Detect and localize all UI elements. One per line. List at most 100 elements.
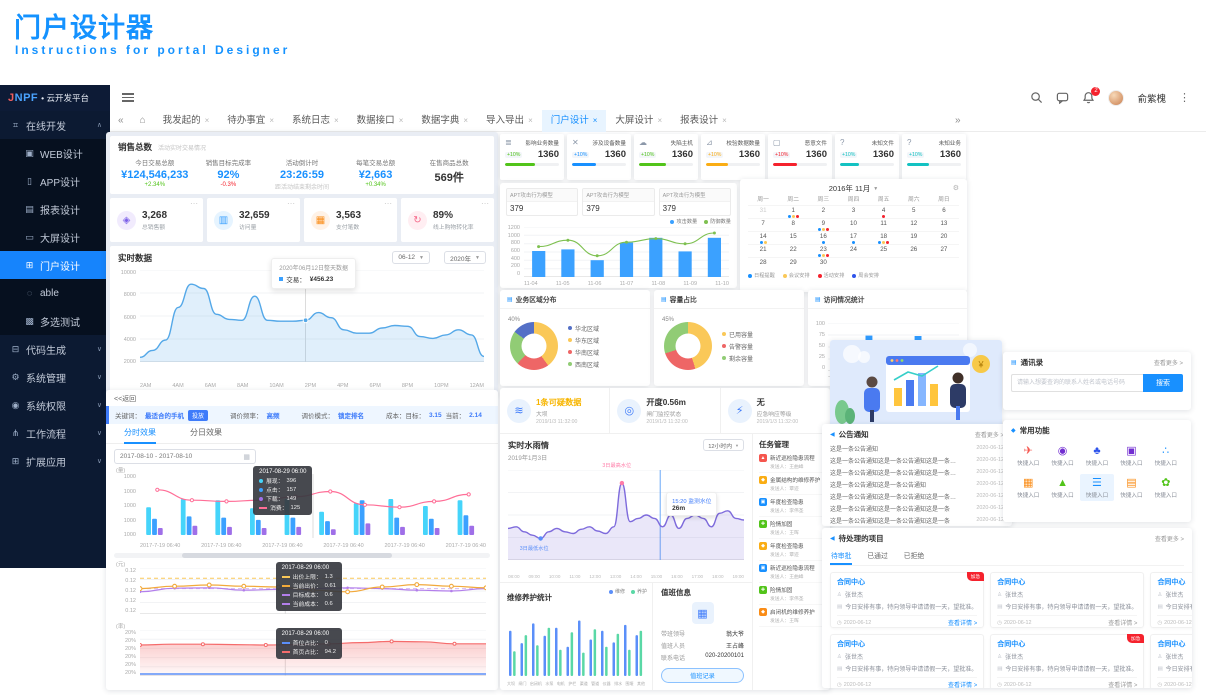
effect-tab[interactable]: 分时效果 (124, 424, 156, 444)
tab-close-icon[interactable]: × (657, 110, 662, 132)
calendar-day[interactable]: 30 (808, 257, 839, 270)
calendar-day[interactable]: 22 (778, 244, 809, 257)
detail-link[interactable]: 查看详情 > (948, 680, 977, 688)
duty-log-button[interactable]: 值班记录 (661, 668, 744, 683)
more-link[interactable]: 查看更多 > (1154, 358, 1183, 367)
notice-item[interactable]: 这是一条公告通知这是一条公告通知这是一条公告通...2020-06-12 (830, 454, 1004, 466)
app-logo[interactable]: JNPF • 云开发平台 (0, 85, 110, 111)
calendar-day[interactable]: 3 (838, 205, 869, 218)
tab[interactable]: 待办事宜 × (218, 110, 283, 132)
notice-item[interactable]: 这是一条公告通知这是一条公告通知这是一条 2020-06-12 (830, 502, 1004, 514)
quick-entry[interactable]: ☰ 快捷入口 (1079, 474, 1115, 501)
calendar-day[interactable] (868, 257, 899, 270)
sidebar-item[interactable]: ◉ 系统权限 ∨ (0, 391, 110, 419)
quick-entry[interactable]: ♣ 快捷入口 (1080, 442, 1114, 469)
detail-link[interactable]: 查看详情 > (948, 618, 977, 627)
calendar-day[interactable]: 23 (808, 244, 839, 257)
tab-close-icon[interactable]: × (334, 110, 339, 132)
task-item[interactable]: ▲ 新近巡检隐患流程 发送人：王曲峰 (759, 454, 824, 473)
calendar-day[interactable]: 13 (928, 218, 959, 231)
calendar-day[interactable]: 19 (898, 231, 929, 244)
hamburger-icon[interactable] (122, 91, 134, 104)
kpi-card[interactable]: ⋯ ◈ 3,268 总销售额 (110, 198, 203, 242)
quick-entry[interactable]: ▦ 快捷入口 (1011, 474, 1045, 501)
security-kpi-card[interactable]: ⊿ 校验数据数量 +10% 1360 (701, 134, 765, 180)
quick-entry[interactable]: ✈ 快捷入口 (1011, 442, 1045, 469)
security-kpi-card[interactable]: ≣ 影响业务数量 +10% 1360 (500, 134, 564, 180)
back-link[interactable]: <<返回 (106, 390, 498, 406)
calendar-day[interactable]: 24 (838, 244, 869, 257)
security-kpi-card[interactable]: ? 未知文件 +10% 1360 (835, 134, 899, 180)
year-select[interactable]: 2020年 ▼ (444, 251, 486, 264)
notice-item[interactable]: 这是一条公告通知这是一条公告通知这是一条 2020-06-12 (830, 514, 1004, 526)
tab[interactable]: 门户设计 × (541, 109, 607, 132)
project-card[interactable]: 加急 合同中心 ♙张世杰 ▤今日安排有事，特向领导申请请假一天，望批准。 ◷20… (1150, 634, 1192, 688)
quick-entry[interactable]: ✿ 快捷入口 (1149, 474, 1183, 501)
calendar-day[interactable] (898, 257, 929, 270)
hourly-bar-chart[interactable] (140, 474, 486, 538)
task-item[interactable]: ◆ 年度检查隐患 发送人：覃迹 (759, 542, 824, 561)
tab-close-icon[interactable]: × (399, 110, 404, 132)
tab[interactable]: 报表设计 × (671, 110, 736, 132)
more-icon[interactable]: ⋯ (481, 199, 489, 208)
effect-tab[interactable]: 分日效果 (190, 424, 222, 444)
calendar-day[interactable]: 12 (898, 218, 929, 231)
notice-item[interactable]: 这是一条公告通知这是一条公告通知 2020-06-12 (830, 478, 1004, 490)
sidebar-item[interactable]: ▩ 多选测试 (0, 307, 110, 335)
security-kpi-card[interactable]: ☁ 失陷主机 +10% 1360 (634, 134, 698, 180)
tab[interactable]: 系统日志 × (283, 110, 348, 132)
tab[interactable]: 我发起的 × (154, 110, 219, 132)
tab[interactable]: 数据字典 × (412, 110, 477, 132)
contact-search-input[interactable] (1011, 374, 1143, 392)
tab-close-icon[interactable]: × (269, 110, 274, 132)
security-kpi-card[interactable]: ▢ 恶意文件 +10% 1360 (768, 134, 832, 180)
range-select[interactable]: 12小时内 ▼ (703, 439, 744, 451)
calendar-day[interactable]: 14 (748, 231, 779, 244)
calendar-day[interactable]: 20 (928, 231, 959, 244)
apt-model-box[interactable]: APT攻击行为模型 379 (506, 188, 579, 216)
sidebar-item[interactable]: ◌ able (0, 279, 110, 307)
calendar-day[interactable]: 27 (928, 244, 959, 257)
more-link[interactable]: 查看更多 > (1155, 534, 1184, 543)
task-item[interactable]: ▣ 年度检查隐患 发送人：李伟圣 (759, 498, 824, 517)
tab-close-icon[interactable]: × (528, 110, 533, 132)
tab-close-icon[interactable]: × (463, 110, 468, 132)
project-filter-tab[interactable]: 已通过 (866, 548, 888, 565)
quick-entry[interactable]: ▣ 快捷入口 (1114, 442, 1148, 469)
calendar-day[interactable]: 5 (898, 205, 929, 218)
project-filter-tab[interactable]: 已拒绝 (903, 548, 925, 565)
more-link[interactable]: 查看更多 > (975, 430, 1004, 439)
sidebar-item[interactable]: ▣ WEB设计 (0, 139, 110, 167)
sidebar-item[interactable]: ⊞ 扩展应用 ∨ (0, 447, 110, 475)
project-card[interactable]: 合同中心 ♙张世杰 ▤今日安排有事，特向领导申请请假一天，望批准。 ◷2020-… (990, 572, 1145, 628)
calendar-day[interactable]: 21 (748, 244, 779, 257)
calendar-day[interactable]: 25 (868, 244, 899, 257)
calendar-day[interactable]: 1 (778, 205, 809, 218)
security-kpi-card[interactable]: ✕ 涉及设备数量 +10% 1360 (567, 134, 631, 180)
sidebar-item[interactable]: ⌗ 在线开发 ∧ (0, 111, 110, 139)
calendar-day[interactable]: 9 (808, 218, 839, 231)
quick-entry[interactable]: ∴ 快捷入口 (1149, 442, 1183, 469)
user-name[interactable]: 俞紫槐 (1137, 91, 1166, 105)
more-icon[interactable]: ⋯ (190, 199, 198, 208)
task-item[interactable]: ✚ 险情加固 发送人：王晖 (759, 520, 824, 539)
calendar-day[interactable]: 8 (778, 218, 809, 231)
quick-entry[interactable]: ▲ 快捷入口 (1045, 474, 1079, 501)
project-card[interactable]: 合同中心 ♙张世杰 ▤今日安排有事，特向领导申请请假一天，望批准。 ◷2020-… (830, 634, 985, 688)
tabs-scroll-right-icon[interactable]: » (955, 110, 961, 132)
chart-scrollbar[interactable] (114, 553, 490, 558)
calendar-day[interactable]: 16 (808, 231, 839, 244)
calendar-day[interactable]: 2 (808, 205, 839, 218)
avatar[interactable] (1108, 89, 1125, 106)
sidebar-item[interactable]: ⊞ 门户设计 (0, 251, 110, 279)
more-icon[interactable]: ⋯ (287, 199, 295, 208)
tab[interactable]: 导入导出 × (477, 110, 542, 132)
tab-close-icon[interactable]: × (722, 110, 727, 132)
calendar-day[interactable]: 26 (898, 244, 929, 257)
task-item[interactable]: ▣ 新近巡检隐患流程 发送人：王曲峰 (759, 564, 824, 583)
sidebar-item[interactable]: ⊟ 代码生成 ∨ (0, 335, 110, 363)
calendar-day[interactable]: 28 (748, 257, 779, 270)
calendar-day[interactable]: 4 (868, 205, 899, 218)
tabs-scroll-left-icon[interactable]: « (110, 115, 132, 126)
search-button[interactable]: 搜索 (1143, 374, 1183, 392)
